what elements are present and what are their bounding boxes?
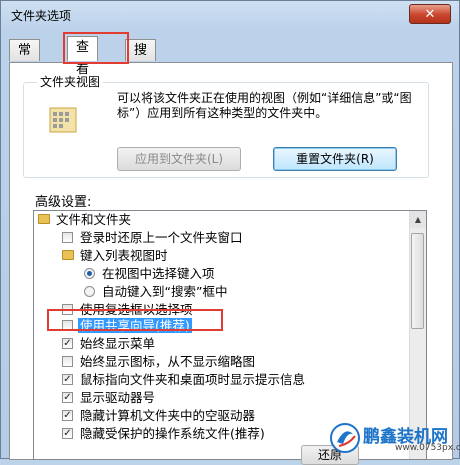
folder-icon	[62, 250, 74, 260]
list-item[interactable]: ✓ 始终显示菜单	[62, 336, 155, 352]
list-item[interactable]: ✓ 隐藏计算机文件夹中的空驱动器	[62, 408, 255, 424]
list-item[interactable]: 自动键入到“搜索”框中	[84, 284, 227, 300]
scrollbar-thumb[interactable]	[411, 233, 424, 329]
list-item[interactable]: ✓ 显示驱动器号	[62, 390, 155, 406]
folder-options-dialog: 文件夹选项 ✕ 常规 查看 搜索 文件夹视图 可以将该文件夹正在使用的视图（例如…	[0, 0, 460, 465]
checkbox[interactable]: ✓	[62, 374, 73, 385]
checkbox[interactable]	[62, 356, 73, 367]
watermark: 鹏鑫装机网 www.0753px.com	[329, 422, 460, 456]
radio-button[interactable]	[84, 286, 95, 297]
radio-button[interactable]	[84, 268, 95, 279]
folder-icon	[38, 214, 50, 224]
checkbox[interactable]: ✓	[62, 428, 73, 439]
list-item[interactable]: ✓ 隐藏受保护的操作系统文件(推荐)	[62, 426, 265, 442]
folder-view-icon	[49, 107, 77, 133]
list-item[interactable]: 登录时还原上一个文件夹窗口	[62, 230, 243, 246]
tab-search[interactable]: 搜索	[125, 39, 157, 80]
window-title: 文件夹选项	[11, 9, 72, 23]
tab-annotation-box	[63, 32, 129, 64]
folder-views-label: 文件夹视图	[37, 73, 104, 90]
checkbox[interactable]	[62, 232, 73, 243]
list-item[interactable]: 在视图中选择键入项	[84, 266, 215, 282]
folder-views-description: 可以将该文件夹正在使用的视图（例如“详细信息”或“图标”）应用到所有这种类型的文…	[117, 91, 412, 120]
radio-dot	[87, 271, 92, 276]
list-item[interactable]: ✓ 鼠标指向文件夹和桌面项时显示提示信息	[62, 372, 305, 388]
apply-to-folders-button[interactable]: 应用到文件夹(L)	[117, 147, 241, 171]
checkbox[interactable]: ✓	[62, 392, 73, 403]
watermark-url: www.0753px.com	[395, 443, 460, 453]
tab-general[interactable]: 常规	[9, 39, 41, 80]
scroll-up-icon[interactable]: ▲	[410, 211, 426, 228]
row-annotation-box	[47, 309, 223, 331]
advanced-settings-label: 高级设置:	[35, 195, 92, 210]
list-item[interactable]: 始终显示图标，从不显示缩略图	[62, 354, 255, 370]
reset-folders-button[interactable]: 重置文件夹(R)	[273, 147, 397, 171]
checkbox[interactable]: ✓	[62, 338, 73, 349]
watermark-logo-icon	[330, 423, 360, 453]
close-icon: ✕	[424, 6, 436, 22]
list-item: 键入列表视图时	[62, 248, 168, 264]
checkbox[interactable]: ✓	[62, 410, 73, 421]
close-button[interactable]: ✕	[409, 4, 451, 24]
list-item: 文件和文件夹	[38, 212, 131, 228]
